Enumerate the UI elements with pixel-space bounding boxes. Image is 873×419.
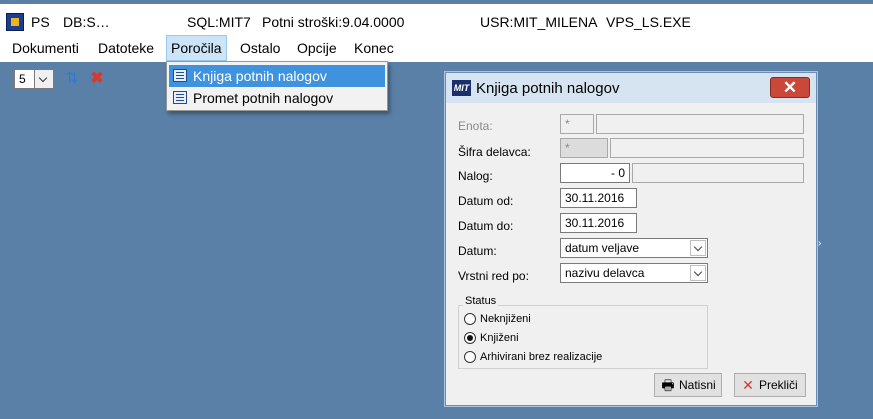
menu-ostalo[interactable]: Ostalo: [236, 36, 284, 60]
status-legend: Status: [463, 295, 499, 307]
cancel-button[interactable]: ✕ Prekliči: [734, 373, 806, 397]
menubar: Dokumenti Datoteke Poročila Ostalo Opcij…: [0, 35, 873, 62]
datum-do-field[interactable]: 30.11.2016: [560, 213, 637, 233]
delete-x-icon[interactable]: ✖: [87, 68, 107, 90]
vrstni-red-select[interactable]: nazivu delavca: [560, 263, 708, 283]
record-count-value: 5: [19, 72, 26, 86]
record-count-combo[interactable]: 5: [14, 69, 54, 89]
datum-od-field[interactable]: 30.11.2016: [560, 188, 637, 208]
printer-icon: 🖶: [661, 377, 675, 393]
menu-datoteke[interactable]: Datoteke: [94, 36, 158, 60]
radio-knjizeni-label: Knjiženi: [480, 332, 519, 344]
dialog-title: Knjiga potnih nalogov: [476, 80, 620, 97]
datum-type-label: Datum:: [458, 244, 497, 258]
menu-dokumenti[interactable]: Dokumenti: [8, 36, 83, 60]
window-top-border: [0, 0, 873, 4]
delavec-name-field: [610, 138, 804, 158]
menu-item-knjiga[interactable]: Knjiga potnih nalogov: [169, 65, 385, 87]
cancel-x-icon: ✕: [742, 377, 754, 393]
vrstni-red-label: Vrstni red po:: [458, 269, 529, 283]
chevron-down-icon[interactable]: [690, 240, 706, 256]
desktop-edge-mark: ›: [818, 238, 822, 249]
cancel-button-label: Prekliči: [759, 378, 798, 392]
enota-name-field: [596, 114, 804, 134]
menu-item-promet-label: Promet potnih nalogov: [193, 90, 334, 106]
sifra-delavca-field[interactable]: *: [560, 138, 608, 158]
menu-porocila[interactable]: Poročila: [166, 35, 227, 61]
nalog-field[interactable]: - 0: [560, 163, 630, 183]
vrstni-red-value: nazivu delavca: [565, 266, 645, 280]
menu-item-knjiga-label: Knjiga potnih nalogov: [193, 68, 327, 84]
app-icon: [6, 13, 24, 31]
porocila-dropdown: Knjiga potnih nalogov Promet potnih nalo…: [166, 61, 388, 111]
mit-logo-icon: MIT: [452, 80, 471, 96]
sql-label: SQL:MIT7: [187, 14, 251, 30]
radio-neknjizeni-label: Neknjiženi: [480, 313, 531, 325]
radio-arhivirani-label: Arhivirani brez realizacije: [480, 351, 603, 363]
report-dialog: MIT Knjiga potnih nalogov ✕ Enota: * Šif…: [445, 72, 817, 406]
radio-arhivirani[interactable]: [464, 351, 476, 363]
enota-label: Enota:: [458, 119, 493, 133]
menu-konec[interactable]: Konec: [350, 36, 398, 60]
datum-do-label: Datum do:: [458, 219, 514, 233]
dialog-titlebar[interactable]: MIT Knjiga potnih nalogov ✕: [446, 73, 816, 103]
app-titlebar: PS DB:S… SQL:MIT7 Potni stroški:9.04.000…: [0, 0, 873, 40]
refresh-icon[interactable]: ⇅: [62, 68, 82, 90]
chevron-down-icon[interactable]: [34, 70, 53, 88]
user-label: USR:MIT_MILENA: [480, 14, 598, 30]
datum-type-select[interactable]: datum veljave: [560, 238, 708, 258]
sifra-delavca-label: Šifra delavca:: [458, 145, 531, 159]
print-button[interactable]: 🖶 Natisni: [654, 373, 722, 397]
version-label: Potni stroški:9.04.0000: [262, 14, 405, 30]
radio-neknjizeni[interactable]: [464, 313, 476, 325]
close-icon[interactable]: ✕: [770, 77, 810, 98]
print-button-label: Natisni: [679, 378, 716, 392]
enota-code-field: *: [560, 114, 594, 134]
radio-knjizeni[interactable]: [464, 332, 476, 344]
datum-type-value: datum veljave: [565, 241, 640, 255]
nalog-desc-field: [632, 163, 804, 183]
datum-od-label: Datum od:: [458, 194, 514, 208]
nalog-label: Nalog:: [458, 169, 493, 183]
app-name: PS: [31, 14, 50, 30]
db-label: DB:S…: [63, 14, 110, 30]
menu-opcije[interactable]: Opcije: [293, 36, 341, 60]
report-icon: [173, 91, 187, 104]
report-icon: [173, 69, 187, 82]
menu-item-promet[interactable]: Promet potnih nalogov: [169, 87, 385, 109]
chevron-down-icon[interactable]: [690, 265, 706, 281]
exe-label: VPS_LS.EXE: [606, 14, 691, 30]
